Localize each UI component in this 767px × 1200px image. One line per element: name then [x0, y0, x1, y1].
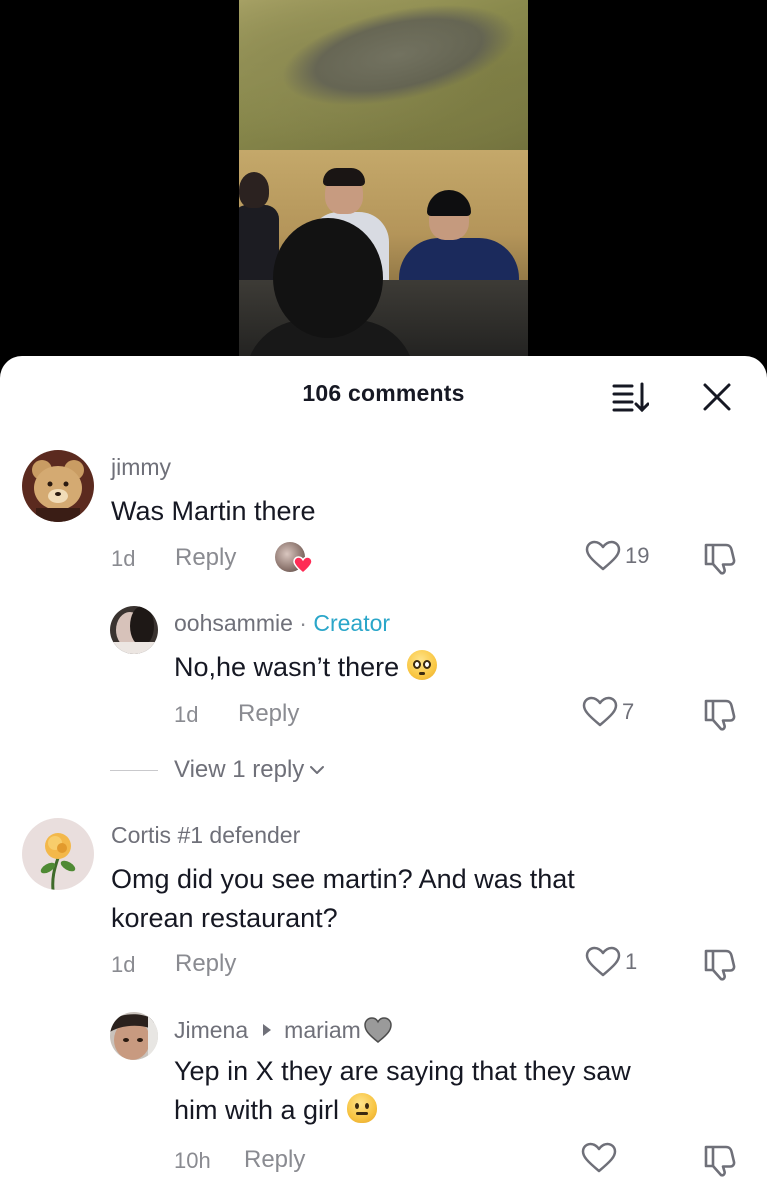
- like-button[interactable]: 19: [585, 540, 649, 572]
- comment-text-line: him with a girl: [174, 1091, 631, 1130]
- reply-button[interactable]: Reply: [238, 700, 299, 728]
- comment-time: 1d: [174, 702, 199, 727]
- pleading-face-emoji: [407, 650, 438, 680]
- comment-text-body: No,he wasn’t there: [174, 652, 400, 682]
- close-icon: [703, 383, 731, 411]
- sort-button[interactable]: [611, 380, 650, 414]
- dislike-button[interactable]: [702, 1143, 738, 1182]
- jimena-avatar-image: [110, 1012, 158, 1060]
- comment-username: Jimena mariam: [174, 1016, 393, 1044]
- comments-header: 106 comments: [0, 356, 767, 440]
- sort-icon: [612, 382, 650, 413]
- like-count: 19: [625, 543, 650, 568]
- comments-sheet: 106 comments jimmy Was Martin there 1d R…: [0, 356, 767, 1200]
- avatar[interactable]: [110, 606, 158, 654]
- like-button[interactable]: 7: [582, 696, 634, 728]
- avatar[interactable]: [22, 450, 94, 522]
- thumbs-down-icon: [704, 543, 736, 575]
- reply-username[interactable]: Jimena: [174, 1017, 248, 1044]
- comment-text-line: Yep in X they are saying that they saw: [174, 1056, 631, 1086]
- creator-liked-badge: [275, 542, 313, 576]
- thumbs-down-icon: [704, 699, 736, 731]
- heart-filled-icon: [293, 556, 313, 574]
- thumbs-down-icon: [704, 949, 736, 981]
- comment-text: Omg did you see martin? And was that kor…: [111, 860, 575, 938]
- comment-time: 10h: [174, 1148, 211, 1173]
- comment-text: Yep in X they are saying that they saw h…: [174, 1052, 631, 1130]
- username-separator: ·: [299, 610, 307, 636]
- reply-button[interactable]: Reply: [244, 1146, 305, 1174]
- view-replies-button[interactable]: View 1 reply: [110, 756, 326, 784]
- person-left-head: [239, 172, 269, 208]
- melting-face-emoji: [347, 1093, 378, 1123]
- heart-outline-icon: [582, 696, 618, 727]
- rose-avatar-image: [22, 818, 94, 890]
- comment-time: 1d: [111, 952, 136, 977]
- reply-button[interactable]: Reply: [175, 950, 236, 978]
- grey-heart-icon: [364, 1017, 392, 1043]
- dislike-button[interactable]: [702, 697, 738, 736]
- heart-outline-icon: [585, 946, 621, 977]
- comment-text: No,he wasn’t there: [174, 648, 438, 687]
- view-replies-label: View 1 reply: [174, 756, 305, 783]
- comment-username: oohsammie · Creator: [174, 610, 390, 637]
- like-button[interactable]: [581, 1142, 621, 1174]
- reply-arrow-icon: [263, 1024, 272, 1036]
- video-thumbnail[interactable]: [239, 0, 528, 370]
- dislike-button[interactable]: [702, 947, 738, 986]
- heart-outline-icon: [585, 540, 621, 571]
- close-button[interactable]: [700, 380, 734, 414]
- comment-username[interactable]: jimmy: [111, 454, 171, 481]
- creator-avatar-image: [110, 606, 158, 654]
- reply-to-username[interactable]: mariam: [284, 1017, 361, 1044]
- comment-text-line: korean restaurant?: [111, 903, 338, 933]
- comment-text-line-end: him with a girl: [174, 1095, 340, 1125]
- bear-avatar-image: [22, 450, 94, 522]
- like-count: 7: [622, 699, 635, 724]
- thumbs-down-icon: [704, 1145, 736, 1177]
- heart-outline-icon: [581, 1142, 617, 1173]
- like-count: 1: [625, 949, 638, 974]
- comment-text-line: Omg did you see martin? And was that: [111, 864, 575, 894]
- comment-time: 1d: [111, 546, 136, 571]
- comments-count: 106 comments: [302, 380, 465, 406]
- avatar[interactable]: [22, 818, 94, 890]
- person-foreground-head: [273, 218, 383, 338]
- avatar[interactable]: [110, 1012, 158, 1060]
- dislike-button[interactable]: [702, 541, 738, 580]
- chevron-down-icon: [310, 766, 325, 774]
- person-middle-hair: [323, 168, 365, 186]
- comment-username[interactable]: Cortis #1 defender: [111, 822, 300, 849]
- like-button[interactable]: 1: [585, 946, 637, 978]
- reply-thread-line: [110, 769, 158, 771]
- reply-username[interactable]: oohsammie: [174, 610, 293, 636]
- creator-badge: Creator: [313, 610, 391, 636]
- comment-text: Was Martin there: [111, 496, 316, 526]
- reply-button[interactable]: Reply: [175, 544, 236, 572]
